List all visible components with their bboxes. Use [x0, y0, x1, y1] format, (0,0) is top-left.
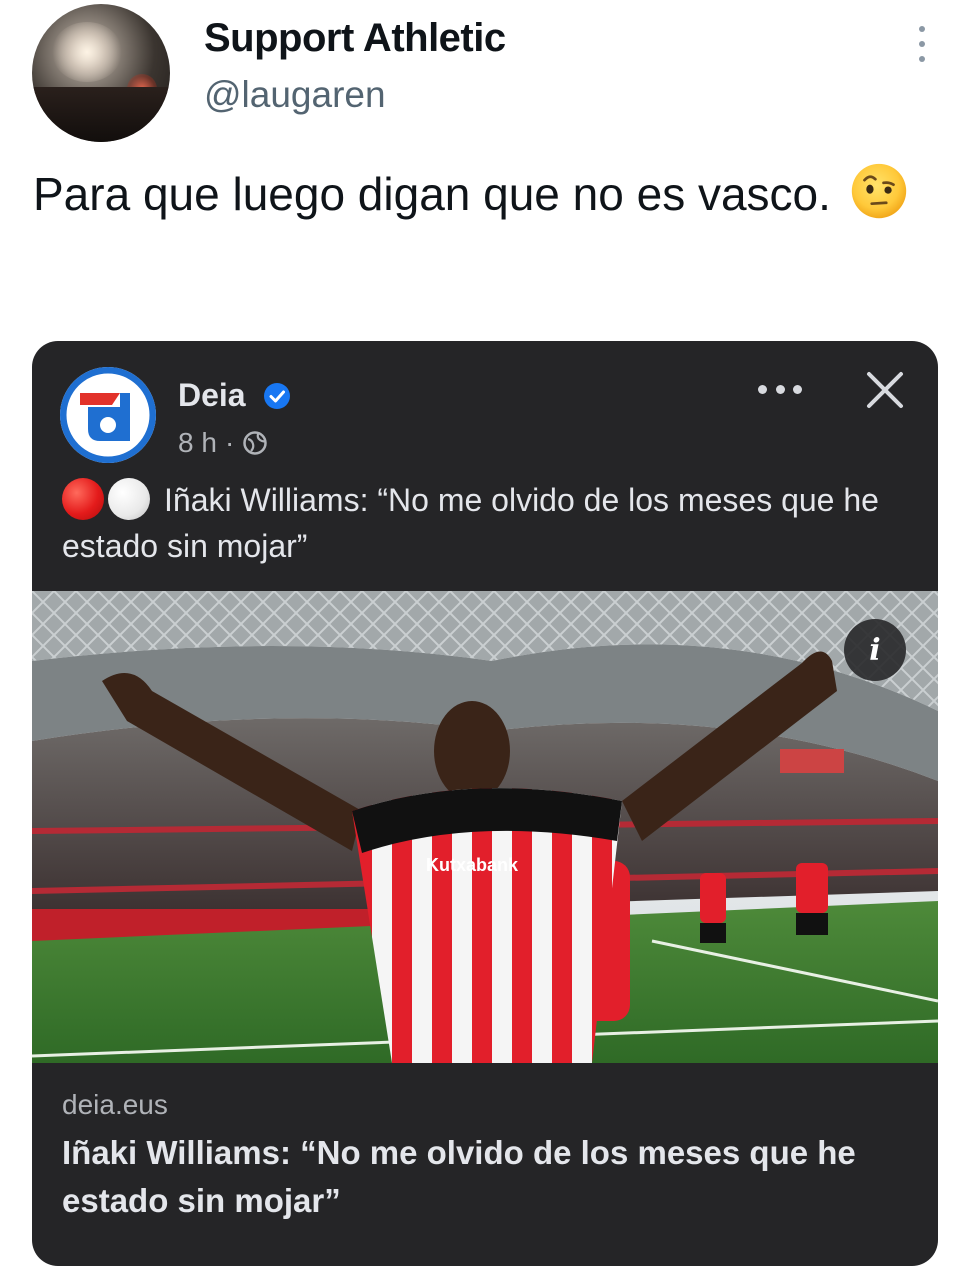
embedded-post-card[interactable]: Deia 8 h · Iñaki Williams: “No me olvido…	[32, 341, 938, 1266]
post-more-icon[interactable]	[758, 379, 802, 399]
page-name[interactable]: Deia	[178, 377, 246, 414]
verified-badge-icon	[264, 383, 290, 409]
more-options-icon[interactable]	[915, 26, 929, 62]
stadium-photo: Kutxabank	[32, 591, 938, 1063]
author-display-name[interactable]: Support Athletic	[204, 16, 506, 61]
jersey-sponsor-text: Kutxabank	[426, 855, 519, 875]
info-icon[interactable]: i	[844, 619, 906, 681]
close-icon[interactable]	[864, 369, 906, 411]
post-time[interactable]: 8 h	[178, 427, 217, 459]
tweet-text-content: Para que luego digan que no es vasco.	[33, 168, 831, 220]
link-domain[interactable]: deia.eus	[62, 1089, 168, 1121]
white-circle-icon	[108, 478, 150, 520]
avatar-crowd	[32, 87, 170, 142]
face-with-raised-eyebrow-icon	[851, 163, 906, 219]
meta-separator: ·	[224, 427, 235, 458]
avatar-light-glow	[52, 22, 122, 82]
screenshot-page: Support Athletic @laugaren Para que lueg…	[0, 0, 969, 1280]
deia-logo-avatar[interactable]	[60, 367, 156, 463]
post-meta: 8 h ·	[178, 427, 268, 459]
tweet-text: Para que luego digan que no es vasco.	[33, 158, 933, 230]
link-title[interactable]: Iñaki Williams: “No me olvido de los mes…	[62, 1129, 912, 1225]
red-circle-icon	[62, 478, 104, 520]
author-handle[interactable]: @laugaren	[204, 74, 386, 116]
post-text-content: Iñaki Williams: “No me olvido de los mes…	[62, 482, 879, 564]
deia-logo-icon	[61, 368, 155, 462]
author-avatar[interactable]	[32, 4, 170, 142]
post-photo[interactable]: Kutxabank	[32, 591, 938, 1063]
globe-icon	[243, 431, 268, 455]
post-text: Iñaki Williams: “No me olvido de los mes…	[62, 477, 912, 569]
